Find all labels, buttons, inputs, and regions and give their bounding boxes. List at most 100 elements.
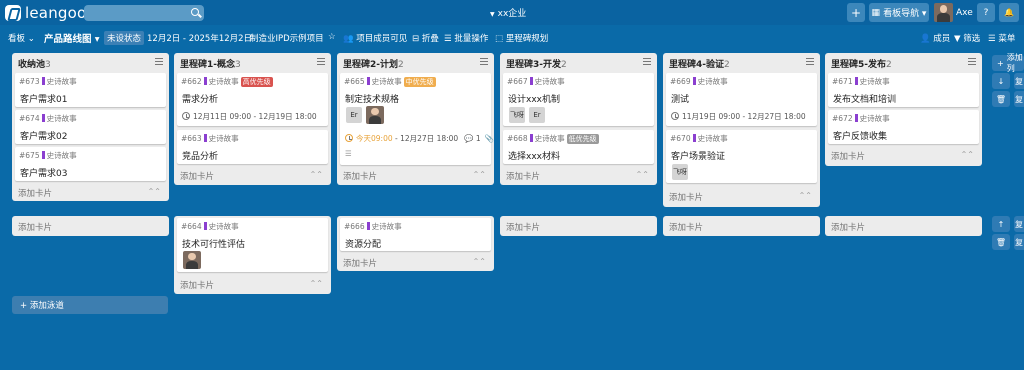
card-meta: #670 史诗故事 xyxy=(670,134,728,143)
visibility-button[interactable]: 👥 项目成员可见 xyxy=(343,32,407,44)
copy-button[interactable]: 复 xyxy=(1014,73,1024,89)
card[interactable]: #672 史诗故事 客户反馈收集 xyxy=(828,110,979,144)
column-header[interactable]: 里程碑2-计划2 xyxy=(337,53,494,71)
project-name[interactable]: 制造业IPD示例项目 xyxy=(250,32,324,44)
copy-button[interactable]: 复 xyxy=(1014,234,1024,250)
card-meta: #667 史诗故事 xyxy=(507,77,565,86)
search-icon[interactable] xyxy=(191,8,199,16)
board-menu[interactable]: 看板 ⌄ xyxy=(8,32,35,44)
move-up-icon[interactable]: ↑ xyxy=(992,216,1010,232)
copy-button[interactable]: 复 xyxy=(1014,91,1024,107)
logo[interactable]: leangoo xyxy=(5,4,86,22)
menu-icon[interactable] xyxy=(643,58,651,65)
top-bar: leangoo ▼ xx企业 + ▦ 看板导航 ▾ Axe ? 🔔 xyxy=(0,0,1024,25)
add-card-button[interactable]: 添加卡片 xyxy=(663,216,820,236)
member-chip[interactable]: 飞呀 xyxy=(672,164,688,180)
card[interactable]: #673 史诗故事 客户需求01 xyxy=(15,73,166,107)
card[interactable]: #668 史诗故事 低优先级 选择xxx材料 xyxy=(503,130,654,164)
enterprise-selector[interactable]: ▼ xx企业 xyxy=(490,6,526,19)
add-card-button[interactable]: 添加卡片 xyxy=(500,216,657,236)
column-header[interactable]: 收纳池3 xyxy=(12,53,169,71)
copy-button[interactable]: 复 xyxy=(1014,216,1024,232)
add-card-button[interactable]: 添加卡片 xyxy=(180,279,214,291)
search-input[interactable] xyxy=(84,5,204,21)
member-chip[interactable]: Er xyxy=(529,107,545,123)
menu-icon[interactable] xyxy=(968,58,976,65)
board-nav-button[interactable]: ▦ 看板导航 ▾ xyxy=(869,3,929,22)
card[interactable]: #667 史诗故事 设计xxx机制 飞呀 Er xyxy=(503,73,654,126)
trash-icon[interactable]: 🗑 xyxy=(992,91,1010,107)
add-card-button[interactable]: 添加卡片 xyxy=(180,170,214,182)
collapse-icon[interactable]: ⌃⌃ xyxy=(148,187,161,196)
collapse-icon[interactable]: ⌃⌃ xyxy=(473,170,486,179)
card-title: 客户需求03 xyxy=(20,169,68,179)
collapse-icon[interactable]: ⌃⌃ xyxy=(799,191,812,200)
card[interactable]: #671 史诗故事 发布文档和培训 xyxy=(828,73,979,107)
add-card-button[interactable]: 添加卡片 xyxy=(825,216,982,236)
add-card-button[interactable]: 添加卡片 xyxy=(831,150,865,162)
grid-icon: ▦ xyxy=(871,7,881,18)
add-card-button[interactable]: 添加卡片 xyxy=(669,191,703,203)
list-column: 里程碑4-验证2 #669 史诗故事 测试 11月19日 09:00 - 12月2… xyxy=(663,53,820,207)
column-header[interactable]: 里程碑3-开发2 xyxy=(500,53,657,71)
collapse-icon[interactable]: ⌃⌃ xyxy=(473,257,486,266)
card[interactable]: #665 史诗故事 中优先级 制定技术规格 Er 今天09:00 - 12月27日 … xyxy=(340,73,494,165)
column-count: 2 xyxy=(398,60,404,70)
menu-icon[interactable] xyxy=(480,58,488,65)
menu-icon[interactable] xyxy=(806,58,814,65)
add-card-button[interactable]: 添加卡片 xyxy=(12,216,169,236)
view-menu[interactable]: 产品路线图 ▾ xyxy=(44,31,100,45)
add-card-button[interactable]: 添加卡片 xyxy=(343,257,377,269)
enterprise-name: xx企业 xyxy=(497,9,527,19)
help-button[interactable]: ? xyxy=(977,3,995,22)
card[interactable]: #674 史诗故事 客户需求02 xyxy=(15,110,166,144)
card[interactable]: #666 史诗故事 资源分配 xyxy=(340,218,491,251)
card[interactable]: #675 史诗故事 客户需求03 xyxy=(15,147,166,181)
add-card-button[interactable]: 添加卡片 xyxy=(18,187,52,199)
bell-icon[interactable]: 🔔 xyxy=(999,3,1019,22)
column-header[interactable]: 里程碑4-验证2 xyxy=(663,53,820,71)
card[interactable]: #669 史诗故事 测试 11月19日 09:00 - 12月27日 18:00 xyxy=(666,73,817,126)
card[interactable]: #664 史诗故事 技术可行性评估 xyxy=(177,218,328,272)
add-card-button[interactable]: 添加卡片 xyxy=(506,170,540,182)
add-card-button[interactable]: 添加卡片 xyxy=(343,170,377,182)
avatar[interactable] xyxy=(183,251,201,269)
column-header[interactable]: 里程碑5-发布2 xyxy=(825,53,982,71)
card-meta: #665 史诗故事 中优先级 xyxy=(344,77,436,87)
status-badge[interactable]: 未设状态 xyxy=(104,31,145,45)
batch-button[interactable]: ☰ 批量操作 xyxy=(444,32,488,44)
priority-badge: 中优先级 xyxy=(403,77,436,87)
members-button[interactable]: 👤 成员 xyxy=(920,32,950,44)
collapse-icon[interactable]: ⌃⌃ xyxy=(310,279,323,288)
menu-icon[interactable] xyxy=(155,58,163,65)
member-chip[interactable]: Er xyxy=(346,107,362,123)
menu-button[interactable]: ☰ 菜单 xyxy=(988,32,1015,44)
list-column: 里程碑5-发布2 #671 史诗故事 发布文档和培训 #672 史诗故事 客户反馈收… xyxy=(825,53,982,166)
collapse-icon[interactable]: ⌃⌃ xyxy=(310,170,323,179)
trash-icon[interactable]: 🗑 xyxy=(992,234,1010,250)
move-down-icon[interactable]: ↓ xyxy=(992,73,1010,89)
column-header[interactable]: 里程碑1-概念3 xyxy=(174,53,331,71)
card[interactable]: #663 史诗故事 竞品分析 xyxy=(177,130,328,164)
menu-icon[interactable] xyxy=(317,58,325,65)
filter-button[interactable]: ▼ 筛选 xyxy=(954,32,980,44)
collapse-icon[interactable]: ⌃⌃ xyxy=(636,170,649,179)
star-icon[interactable]: ☆ xyxy=(328,32,336,42)
date-range[interactable]: 12月2日 - 2025年12月2日 xyxy=(147,32,252,44)
avatar[interactable] xyxy=(366,106,384,124)
member-chip[interactable]: 飞呀 xyxy=(509,107,525,123)
column-count: 3 xyxy=(235,60,241,70)
list-column: 收纳池3 #673 史诗故事 客户需求01 #674 史诗故事 客户需求02 #67… xyxy=(12,53,169,201)
add-button[interactable]: + xyxy=(847,3,865,22)
milestone-button[interactable]: ⬚ 里程碑规划 xyxy=(495,32,548,44)
fold-button[interactable]: ⊟ 折叠 xyxy=(412,32,439,44)
add-lane-button[interactable]: + 添加泳道 xyxy=(12,296,168,314)
card[interactable]: #670 史诗故事 客户场景验证 飞呀 xyxy=(666,130,817,183)
card-meta: #672 史诗故事 xyxy=(832,114,890,123)
card-title: 选择xxx材料 xyxy=(508,152,560,162)
collapse-icon[interactable]: ⌃⌃ xyxy=(961,150,974,159)
card[interactable]: #662 史诗故事 高优先级 需求分析 12月11日 09:00 - 12月19日 … xyxy=(177,73,328,126)
column-count: 2 xyxy=(886,60,892,70)
add-list-button[interactable]: + 添加列 xyxy=(992,53,1024,73)
user-menu[interactable]: Axe xyxy=(934,3,974,22)
